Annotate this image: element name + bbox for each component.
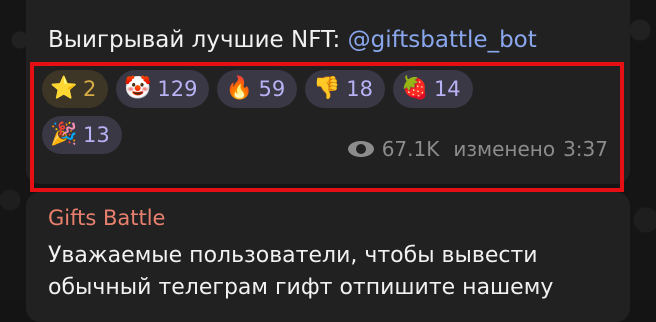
message-meta: 67.1K изменено 3:37 bbox=[347, 137, 608, 161]
reaction-count: 59 bbox=[258, 77, 286, 101]
reaction-clown[interactable]: 🤡 129 bbox=[116, 70, 210, 108]
clown-icon: 🤡 bbox=[124, 76, 152, 101]
bot-mention-link[interactable]: @giftsbattle_bot bbox=[348, 27, 537, 53]
reactions-row-2: 🎉 13 bbox=[42, 116, 122, 154]
reaction-strawberry[interactable]: 🍓 14 bbox=[392, 70, 473, 108]
fire-icon: 🔥 bbox=[225, 76, 253, 101]
reaction-thumbs-down[interactable]: 👎 18 bbox=[305, 70, 385, 108]
next-message-text: Уважаемые пользователи, чтобы вывести об… bbox=[48, 240, 608, 304]
reaction-count: 14 bbox=[433, 77, 461, 101]
message-text: Выигрывай лучшие NFT: @giftsbattle_bot bbox=[48, 27, 537, 53]
party-popper-icon: 🎉 bbox=[50, 122, 78, 147]
reaction-count: 2 bbox=[83, 77, 97, 101]
edited-label: изменено bbox=[453, 137, 556, 161]
thumbs-down-icon: 👎 bbox=[313, 76, 341, 101]
eye-icon bbox=[347, 141, 374, 157]
view-count: 67.1K bbox=[381, 137, 440, 161]
reaction-fire[interactable]: 🔥 59 bbox=[217, 70, 298, 108]
reaction-party-popper[interactable]: 🎉 13 bbox=[42, 116, 122, 154]
reaction-count: 13 bbox=[83, 123, 110, 147]
reaction-count: 18 bbox=[346, 77, 373, 101]
sender-name[interactable]: Gifts Battle bbox=[48, 206, 165, 230]
next-message-line: Уважаемые пользователи, чтобы вывести bbox=[48, 243, 538, 268]
reaction-count: 129 bbox=[157, 77, 198, 101]
reactions-row-1: ⭐ 2 🤡 129 🔥 59 👎 18 🍓 14 bbox=[42, 70, 473, 108]
reaction-star[interactable]: ⭐ 2 bbox=[42, 70, 109, 108]
message-time: 3:37 bbox=[563, 137, 608, 161]
strawberry-icon: 🍓 bbox=[400, 76, 429, 101]
next-message-line: обычный телеграм гифт отпишите нашему bbox=[48, 275, 554, 300]
message-text-prefix: Выигрывай лучшие NFT: bbox=[48, 27, 348, 53]
star-icon: ⭐ bbox=[50, 76, 78, 101]
